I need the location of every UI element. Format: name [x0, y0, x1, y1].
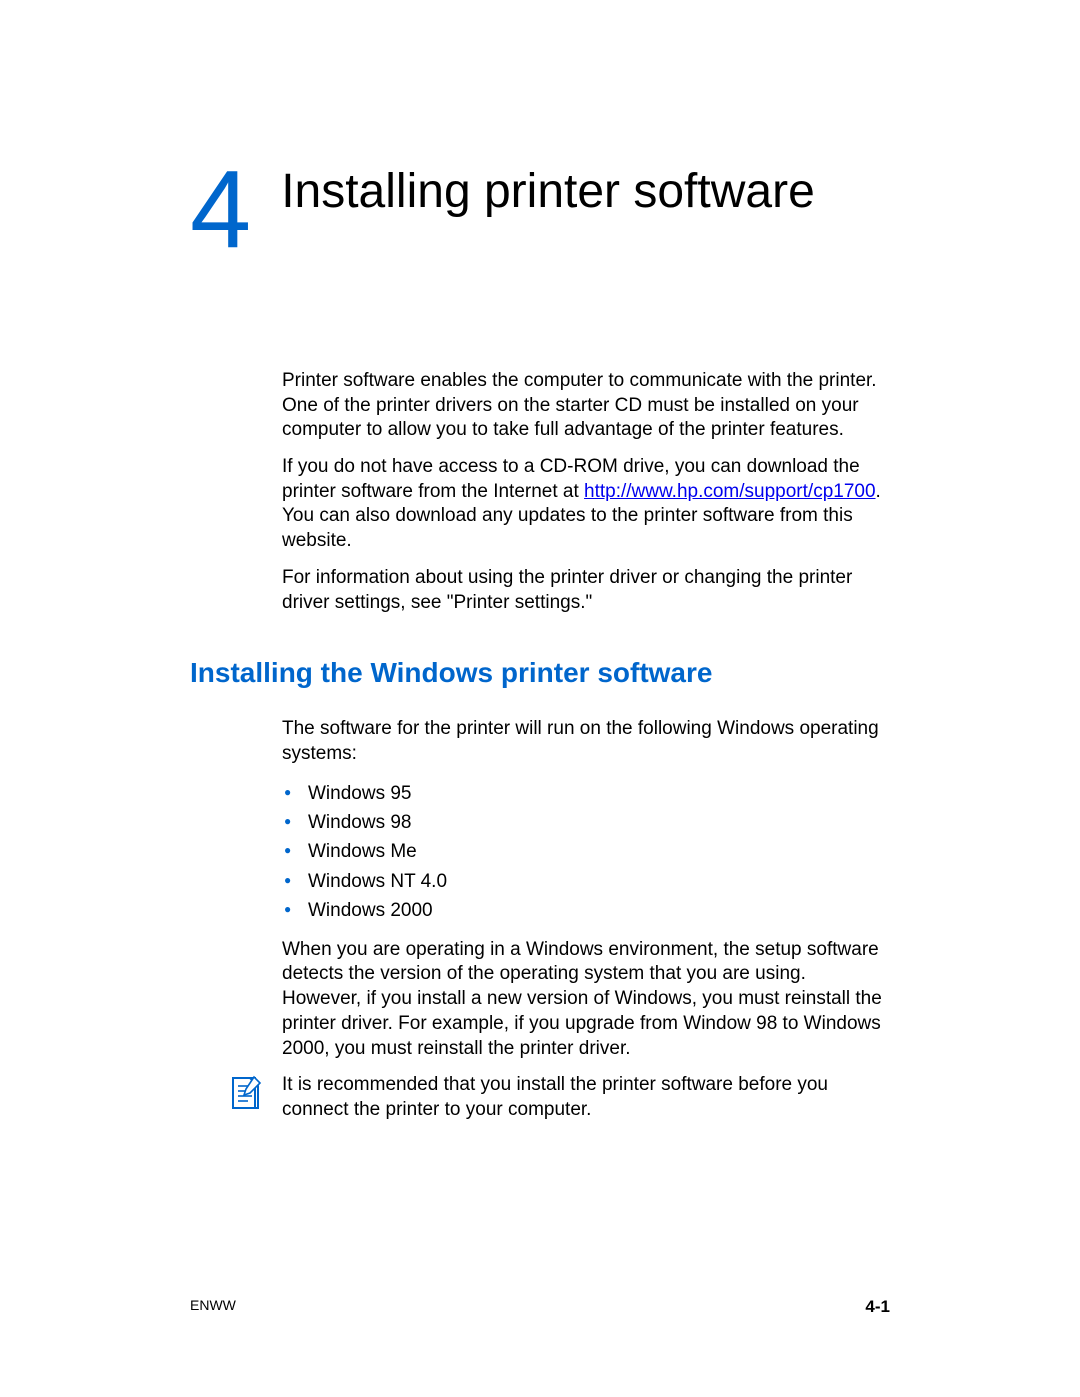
section-paragraph-2: When you are operating in a Windows envi… [282, 938, 890, 1061]
list-item: Windows 98 [282, 808, 890, 837]
list-item: Windows Me [282, 837, 890, 866]
list-item: Windows 2000 [282, 896, 890, 925]
os-list: Windows 95 Windows 98 Windows Me Windows… [282, 779, 890, 926]
intro-paragraph-1: Printer software enables the computer to… [282, 369, 890, 443]
note-text: It is recommended that you install the p… [282, 1073, 890, 1122]
footer-page-number: 4-1 [865, 1297, 890, 1317]
page-footer: ENWW 4-1 [190, 1297, 890, 1317]
chapter-header: 4 Installing printer software [190, 160, 890, 259]
note-block: It is recommended that you install the p… [230, 1073, 890, 1122]
chapter-number: 4 [190, 160, 251, 259]
support-link[interactable]: http://www.hp.com/support/cp1700 [584, 481, 876, 502]
section-paragraph-1: The software for the printer will run on… [282, 717, 890, 766]
list-item: Windows NT 4.0 [282, 867, 890, 896]
list-item: Windows 95 [282, 779, 890, 808]
chapter-title: Installing printer software [281, 160, 815, 219]
document-page: 4 Installing printer software Printer so… [0, 0, 1080, 1397]
intro-paragraph-2: If you do not have access to a CD-ROM dr… [282, 455, 890, 554]
intro-block: Printer software enables the computer to… [282, 369, 890, 615]
section-heading: Installing the Windows printer software [190, 657, 890, 689]
footer-left: ENWW [190, 1297, 236, 1317]
intro-paragraph-3: For information about using the printer … [282, 566, 890, 615]
section-body: The software for the printer will run on… [282, 717, 890, 1061]
note-icon [230, 1075, 262, 1111]
